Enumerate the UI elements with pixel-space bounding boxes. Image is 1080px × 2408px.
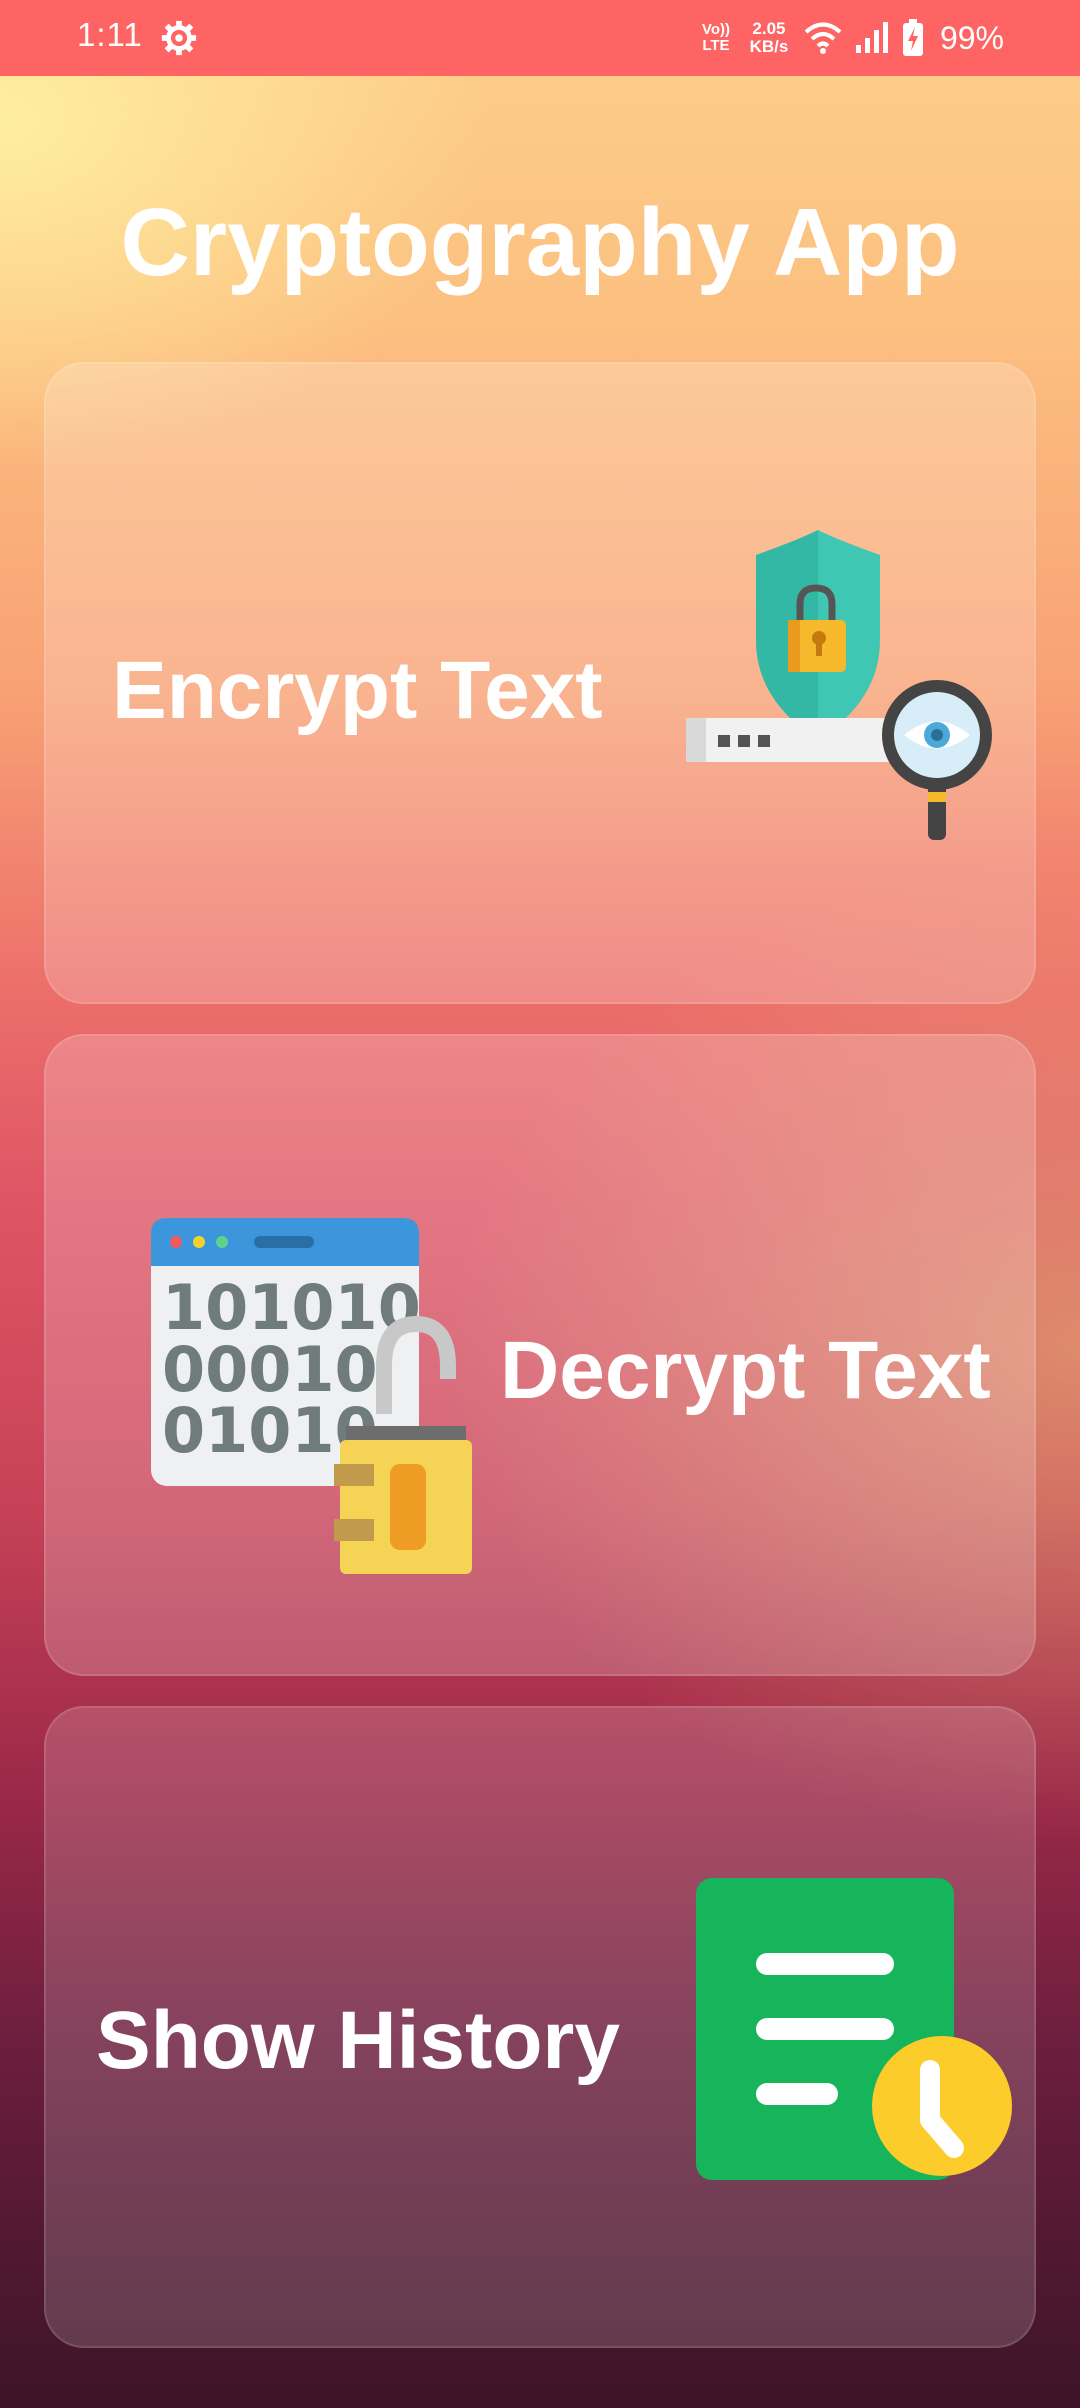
volte-bottom-text: LTE	[702, 37, 730, 54]
encrypt-text-label: Encrypt Text	[112, 645, 603, 736]
shield-lock-eye-icon	[686, 530, 992, 840]
decrypt-text-card[interactable]: 101010 00010 01010 Decrypt Text	[44, 1034, 1036, 1676]
wifi-icon	[804, 22, 842, 54]
volte-top-text: Vo))	[701, 21, 730, 38]
network-speed-unit: KB/s	[749, 37, 789, 56]
encrypt-text-card[interactable]: Encrypt Text	[44, 362, 1036, 1004]
status-bar: 1:11 Vo)) LTE 2.05 KB/s 99%	[0, 0, 1080, 76]
network-speed: 2.05 KB/s	[746, 20, 792, 56]
status-icons: Vo)) LTE 2.05 KB/s 99%	[698, 14, 1004, 62]
status-time: 1:11	[77, 16, 143, 53]
show-history-card[interactable]: Show History	[44, 1706, 1036, 2348]
show-history-label: Show History	[96, 1995, 620, 2086]
page-title: Cryptography App	[120, 189, 960, 296]
settings-gear-icon	[161, 20, 197, 56]
battery-charging-icon	[902, 19, 923, 56]
document-clock-icon	[696, 1878, 1012, 2180]
volte-indicator: Vo)) LTE	[698, 22, 734, 54]
network-speed-value: 2.05	[752, 19, 786, 38]
battery-percentage: 99%	[939, 19, 1004, 56]
decrypt-text-label: Decrypt Text	[500, 1325, 991, 1416]
signal-icon	[855, 22, 888, 53]
binary-unlock-icon: 101010 00010 01010	[151, 1218, 472, 1574]
